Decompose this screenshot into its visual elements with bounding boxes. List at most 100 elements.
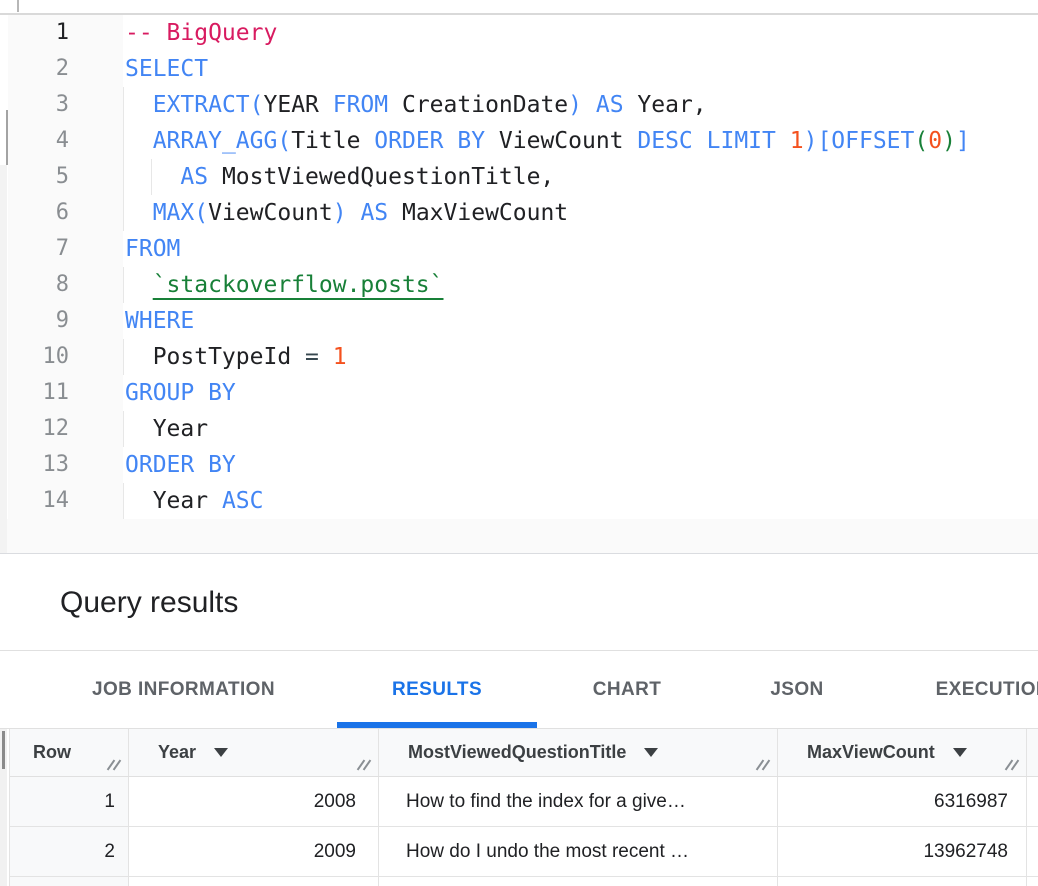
token-id — [125, 128, 153, 154]
sort-dropdown-icon[interactable] — [953, 748, 967, 757]
token-num: 0 — [928, 128, 942, 154]
header-sliver — [1027, 729, 1038, 776]
token-num: 1 — [319, 344, 347, 370]
code-text: -- BigQuery — [125, 15, 277, 51]
bigquery-console: 1-- BigQuery2SELECT3 EXTRACT(YEAR FROM C… — [0, 0, 1038, 886]
column-resize-handle[interactable] — [356, 758, 373, 771]
token-id: ViewCount — [485, 128, 623, 154]
tab-results[interactable]: RESULTS — [337, 651, 537, 728]
column-resize-handle[interactable] — [755, 758, 772, 771]
token-kw: OFFSET — [831, 128, 914, 154]
tab-job-information[interactable]: JOB INFORMATION — [30, 651, 337, 728]
tab-label: JOB INFORMATION — [92, 679, 275, 701]
results-tab-bar: JOB INFORMATION RESULTS CHART JSON EXECUTION… — [0, 651, 1038, 728]
indent-guide — [123, 123, 124, 159]
cell-value: 1 — [104, 791, 115, 813]
line-number: 14 — [0, 483, 69, 519]
token-id — [125, 200, 153, 226]
column-header-mostviewedquestiontitle[interactable]: MostViewedQuestionTitle — [379, 729, 778, 776]
token-kw: WHERE — [125, 308, 194, 334]
token-kw: EXTRACT — [153, 92, 250, 118]
tab-label: EXECUTION DETAILS — [936, 679, 1038, 701]
token-p1: ( — [250, 92, 264, 118]
code-line[interactable]: 10 PostTypeId = 1 — [0, 339, 1038, 375]
token-kw: LIMIT — [693, 128, 776, 154]
token-kw: ORDER BY — [360, 128, 485, 154]
code-line[interactable]: 6 MAX(ViewCount) AS MaxViewCount — [0, 195, 1038, 231]
code-line[interactable]: 7FROM — [0, 231, 1038, 267]
tab-execution-details[interactable]: EXECUTION DETAILS — [877, 651, 1038, 728]
code-text: ORDER BY — [125, 447, 236, 483]
token-kw: AS — [582, 92, 624, 118]
editor-results-divider — [0, 553, 1038, 554]
token-p1: )[ — [804, 128, 832, 154]
token-id: MostViewedQuestionTitle, — [208, 164, 554, 190]
partial-cell — [778, 877, 1027, 886]
left-panel-scrollbar-thumb[interactable] — [6, 110, 8, 165]
table-header-row: RowYear MostViewedQuestionTitle MaxViewCou… — [10, 729, 1038, 777]
column-header-year[interactable]: Year — [129, 729, 379, 776]
code-line[interactable]: 5 AS MostViewedQuestionTitle, — [0, 159, 1038, 195]
maxviewcount-cell: 13962748 — [778, 827, 1027, 876]
line-number: 4 — [0, 123, 69, 159]
column-header-label: MaxViewCount — [807, 742, 935, 763]
code-line[interactable]: 8 `stackoverflow.posts` — [0, 267, 1038, 303]
token-kw: SELECT — [125, 56, 208, 82]
sort-dropdown-icon[interactable] — [214, 748, 228, 757]
column-header-maxviewcount[interactable]: MaxViewCount — [778, 729, 1027, 776]
tab-label: RESULTS — [392, 679, 482, 701]
code-line[interactable]: 11GROUP BY — [0, 375, 1038, 411]
token-kw: ORDER BY — [125, 452, 236, 478]
indent-guide — [123, 267, 124, 303]
column-resize-handle[interactable] — [106, 758, 123, 771]
row-sliver — [1027, 877, 1038, 886]
year-cell: 2008 — [129, 777, 379, 826]
code-line[interactable]: 12 Year — [0, 411, 1038, 447]
code-line[interactable]: 14 Year ASC — [0, 483, 1038, 519]
cell-value: How do I undo the most recent … — [406, 841, 689, 863]
code-line[interactable]: 1-- BigQuery — [0, 15, 1038, 51]
sql-editor[interactable]: 1-- BigQuery2SELECT3 EXTRACT(YEAR FROM C… — [0, 15, 1038, 553]
toolbar-bottom-edge — [0, 0, 1038, 15]
indent-guide — [123, 339, 124, 375]
sort-dropdown-icon[interactable] — [644, 748, 658, 757]
code-line[interactable]: 13ORDER BY — [0, 447, 1038, 483]
token-num: 1 — [776, 128, 804, 154]
left-panel-scrollbar-track[interactable] — [0, 165, 7, 553]
pane-divider-tick — [17, 0, 19, 12]
code-line[interactable]: 2SELECT — [0, 51, 1038, 87]
cell-value: 2009 — [314, 841, 356, 863]
token-p1: ) — [333, 200, 347, 226]
code-text: EXTRACT(YEAR FROM CreationDate) AS Year, — [125, 87, 707, 123]
token-id: PostTypeId — [125, 344, 305, 370]
line-number: 7 — [0, 231, 69, 267]
column-resize-handle[interactable] — [1004, 758, 1021, 771]
title-cell: How to find the index for a give… — [379, 777, 778, 826]
tab-json[interactable]: JSON — [717, 651, 877, 728]
indent-guide — [123, 195, 124, 231]
column-header-label: MostViewedQuestionTitle — [408, 742, 626, 763]
code-text: GROUP BY — [125, 375, 236, 411]
token-kw: DESC — [624, 128, 693, 154]
cell-value: 2 — [104, 841, 115, 863]
token-tbl: `stackoverflow.posts` — [153, 272, 444, 298]
column-header-row[interactable]: Row — [10, 729, 129, 776]
line-number: 5 — [0, 159, 69, 195]
code-line[interactable]: 9WHERE — [0, 303, 1038, 339]
row-sliver — [1027, 777, 1038, 826]
row-number-cell: 2 — [10, 827, 129, 876]
tab-label: CHART — [593, 679, 662, 701]
tab-chart[interactable]: CHART — [537, 651, 717, 728]
line-number: 10 — [0, 339, 69, 375]
results-scrollbar-thumb[interactable] — [2, 731, 5, 769]
token-id: CreationDate — [388, 92, 568, 118]
code-line[interactable]: 4 ARRAY_AGG(Title ORDER BY ViewCount DES… — [0, 123, 1038, 159]
token-id: Year — [125, 416, 208, 442]
partial-cell — [10, 877, 129, 886]
line-number: 6 — [0, 195, 69, 231]
token-id: Title — [291, 128, 360, 154]
token-id — [125, 92, 153, 118]
code-line[interactable]: 3 EXTRACT(YEAR FROM CreationDate) AS Yea… — [0, 87, 1038, 123]
token-kw: GROUP BY — [125, 380, 236, 406]
token-id: YEAR — [264, 92, 319, 118]
